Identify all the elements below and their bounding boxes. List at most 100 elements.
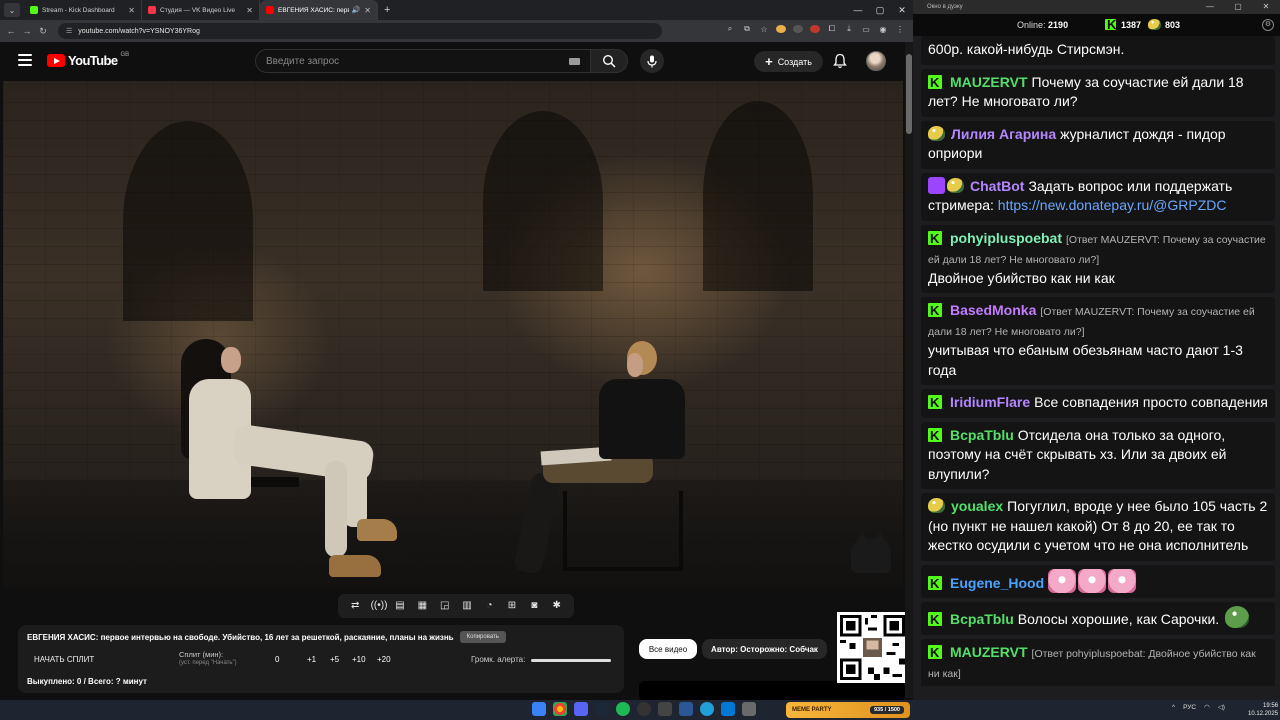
start-split-button[interactable]: НАЧАТЬ СПЛИТ [34,655,94,664]
chat-username[interactable]: Eugene_Hood [950,575,1044,591]
add-clip-icon[interactable]: ⊞ [505,600,519,612]
cast-icon[interactable]: ⧉ [742,24,752,34]
download-icon[interactable]: ⤓ [844,24,854,34]
keyboard-icon[interactable] [569,58,580,65]
chat-username[interactable]: IridiumFlare [950,394,1030,410]
back-icon[interactable]: ← [4,26,18,36]
youtube-logo[interactable]: YouTube GB [47,52,129,68]
all-videos-chip[interactable]: Все видео [639,639,697,659]
chrome-icon[interactable] [553,702,567,716]
obs-icon[interactable] [658,702,672,716]
alert-volume-slider[interactable] [531,659,611,662]
add-1-button[interactable]: +1 [307,655,316,664]
chat-message-list[interactable]: 600р. какой-нибудь Стирсмэн. MAUZERVTПоче… [921,36,1275,686]
wifi-icon[interactable]: ◠ [1204,703,1210,711]
zoom-icon[interactable]: ⌕ [725,24,735,34]
extensions-puzzle-icon[interactable]: ⧠ [827,24,837,34]
account-avatar[interactable] [866,51,886,71]
vk-favicon-icon [148,6,156,14]
chat-username[interactable]: Лилия Агарина [951,126,1056,142]
tab-search-button[interactable]: ⌄ [4,3,20,17]
star-icon[interactable]: ☆ [759,25,769,34]
playlist-icon[interactable]: ▤ [393,600,407,612]
site-info-icon[interactable]: ☰ [66,27,72,35]
video-player[interactable] [3,81,903,589]
add-20-button[interactable]: +20 [377,655,391,664]
app-icon[interactable] [637,702,651,716]
extension-dark-icon[interactable] [793,25,803,33]
vscode-icon[interactable] [721,702,735,716]
screenshot-icon[interactable]: ◙ [527,600,541,612]
tab-kick-dashboard[interactable]: Stream - Kick Dashboard ✕ [24,0,142,20]
new-tab-button[interactable]: + [384,4,390,16]
browser-menu-icon[interactable]: ⋮ [895,25,905,34]
broadcast-icon[interactable]: ((•)) [371,600,388,612]
tab-vk-studio[interactable]: Студия — VK Видео Live ✕ [142,0,260,20]
close-icon[interactable]: ✕ [1252,0,1280,14]
copy-button[interactable]: Копировать [459,631,506,643]
language-indicator[interactable]: РУС [1183,704,1196,711]
chat-username[interactable]: MAUZERVT [950,644,1028,660]
forward-icon[interactable]: → [20,26,34,36]
profile-icon[interactable]: ◉ [878,25,888,34]
split-value[interactable]: 0 [275,655,279,664]
speaker-icon[interactable]: 🔊 [352,6,361,14]
maximize-icon[interactable]: ▢ [869,5,891,16]
steam-icon[interactable] [595,702,609,716]
tab-youtube-video[interactable]: ЕВГЕНИЯ ХАСИС: первое 🔊 ✕ [260,0,378,20]
tab-close-icon[interactable]: ✕ [128,6,135,15]
url-field[interactable]: ☰ youtube.com/watch?v=YSNOY36YRog [58,23,662,39]
tray-expand-icon[interactable]: ^ [1172,704,1175,711]
meme-party-widget[interactable]: MEME PARTY 935 / 1500 [786,702,910,718]
video-title: ЕВГЕНИЯ ХАСИС: первое интервью на свобод… [27,632,454,642]
tab-close-icon[interactable]: ✕ [246,6,253,15]
minimize-icon[interactable]: — [847,5,869,15]
app-icon[interactable] [742,702,756,716]
clapperboard-icon[interactable]: ▦ [415,600,429,612]
notifications-bell-icon[interactable] [832,53,848,69]
app-icon[interactable] [679,702,693,716]
extension-yellow-icon[interactable] [776,25,786,33]
chat-message: BasedMonka[Ответ MAUZERVT: Почему за соу… [921,297,1275,385]
chat-username[interactable]: ВсраТblu [950,611,1014,627]
video-frame-arch [483,111,603,291]
chat-username[interactable]: ChatBot [970,178,1024,194]
maximize-icon[interactable]: ▢ [1224,0,1252,14]
start-icon[interactable] [532,702,546,716]
tab-close-icon[interactable]: ✕ [364,6,371,15]
volume-icon[interactable]: ◁) [1218,703,1225,711]
chat-username[interactable]: youalex [951,498,1003,514]
reload-icon[interactable]: ↻ [36,26,50,37]
minimize-icon[interactable]: — [1196,0,1224,14]
page-scrollbar[interactable] [905,42,913,698]
search-input[interactable]: Введите запрос [255,49,591,73]
close-icon[interactable]: ✕ [891,5,913,16]
chat-settings-icon[interactable]: ⚙ [1262,19,1274,31]
kick-count: 1387 [1121,19,1142,30]
voice-search-button[interactable] [640,49,664,73]
sidebar-icon[interactable]: ▭ [861,25,871,34]
chat-username[interactable]: MAUZERVT [950,74,1028,90]
add-10-button[interactable]: +10 [352,655,366,664]
menu-icon[interactable] [18,54,32,66]
settings-gear-icon[interactable]: ✱ [550,600,564,612]
create-button[interactable]: + Создать [754,51,823,72]
telegram-icon[interactable] [700,702,714,716]
author-chip[interactable]: Автор: Осторожно: Собчак [702,639,827,659]
subtitles-icon[interactable]: ▥ [460,600,474,612]
loop-icon[interactable]: ⇄ [348,600,362,612]
picture-in-picture-icon[interactable]: ◲ [438,600,452,612]
add-5-button[interactable]: +5 [330,655,339,664]
chat-username[interactable]: pohyipluspoebat [950,230,1062,246]
chat-username[interactable]: ВсраТblu [950,427,1014,443]
search-button[interactable] [590,49,628,73]
scrollbar-thumb[interactable] [906,54,912,134]
chat-username[interactable]: BasedMonka [950,302,1036,318]
extension-red-icon[interactable] [810,25,820,33]
chat-link[interactable]: https://new.donatepay.ru/@GRPZDC [998,197,1227,213]
spotify-icon[interactable] [616,702,630,716]
speed-icon[interactable]: ◔ [483,600,497,612]
youtube-favicon-icon [266,6,274,14]
discord-icon[interactable] [574,702,588,716]
taskbar-clock[interactable]: 19:56 10.12.2025 [1248,702,1278,718]
